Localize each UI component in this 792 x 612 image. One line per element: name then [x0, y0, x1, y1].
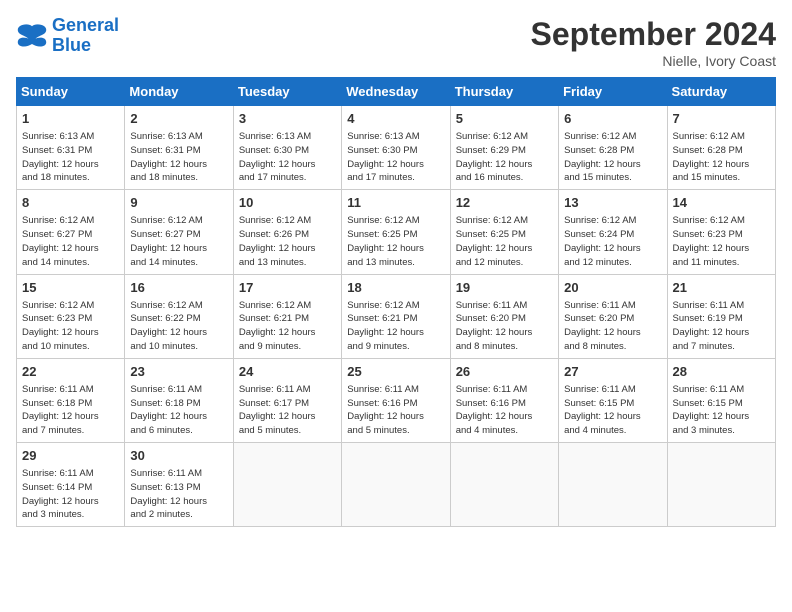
- calendar-cell-12: 12Sunrise: 6:12 AMSunset: 6:25 PMDayligh…: [450, 190, 558, 274]
- calendar-cell-26: 26Sunrise: 6:11 AMSunset: 6:16 PMDayligh…: [450, 358, 558, 442]
- calendar-cell-14: 14Sunrise: 6:12 AMSunset: 6:23 PMDayligh…: [667, 190, 775, 274]
- logo-bird-icon: [16, 22, 48, 50]
- weekday-header-friday: Friday: [559, 78, 667, 106]
- calendar-cell-21: 21Sunrise: 6:11 AMSunset: 6:19 PMDayligh…: [667, 274, 775, 358]
- calendar-cell-4: 4Sunrise: 6:13 AMSunset: 6:30 PMDaylight…: [342, 106, 450, 190]
- calendar-cell-9: 9Sunrise: 6:12 AMSunset: 6:27 PMDaylight…: [125, 190, 233, 274]
- calendar-cell-20: 20Sunrise: 6:11 AMSunset: 6:20 PMDayligh…: [559, 274, 667, 358]
- calendar-cell-13: 13Sunrise: 6:12 AMSunset: 6:24 PMDayligh…: [559, 190, 667, 274]
- weekday-header-tuesday: Tuesday: [233, 78, 341, 106]
- calendar-cell-18: 18Sunrise: 6:12 AMSunset: 6:21 PMDayligh…: [342, 274, 450, 358]
- logo-text: General Blue: [52, 16, 119, 56]
- weekday-header-sunday: Sunday: [17, 78, 125, 106]
- calendar-cell-24: 24Sunrise: 6:11 AMSunset: 6:17 PMDayligh…: [233, 358, 341, 442]
- calendar-cell-8: 8Sunrise: 6:12 AMSunset: 6:27 PMDaylight…: [17, 190, 125, 274]
- calendar-week-4: 29Sunrise: 6:11 AMSunset: 6:14 PMDayligh…: [17, 443, 776, 527]
- calendar-cell-empty: [342, 443, 450, 527]
- calendar-cell-10: 10Sunrise: 6:12 AMSunset: 6:26 PMDayligh…: [233, 190, 341, 274]
- calendar-cell-15: 15Sunrise: 6:12 AMSunset: 6:23 PMDayligh…: [17, 274, 125, 358]
- calendar-week-2: 15Sunrise: 6:12 AMSunset: 6:23 PMDayligh…: [17, 274, 776, 358]
- month-title: September 2024: [531, 16, 776, 53]
- weekday-header-wednesday: Wednesday: [342, 78, 450, 106]
- header: General Blue September 2024 Nielle, Ivor…: [16, 16, 776, 69]
- calendar-week-3: 22Sunrise: 6:11 AMSunset: 6:18 PMDayligh…: [17, 358, 776, 442]
- calendar-cell-1: 1Sunrise: 6:13 AMSunset: 6:31 PMDaylight…: [17, 106, 125, 190]
- calendar-week-1: 8Sunrise: 6:12 AMSunset: 6:27 PMDaylight…: [17, 190, 776, 274]
- calendar-cell-16: 16Sunrise: 6:12 AMSunset: 6:22 PMDayligh…: [125, 274, 233, 358]
- calendar-cell-empty: [559, 443, 667, 527]
- location: Nielle, Ivory Coast: [531, 53, 776, 69]
- calendar-cell-5: 5Sunrise: 6:12 AMSunset: 6:29 PMDaylight…: [450, 106, 558, 190]
- calendar-table: SundayMondayTuesdayWednesdayThursdayFrid…: [16, 77, 776, 527]
- calendar-cell-11: 11Sunrise: 6:12 AMSunset: 6:25 PMDayligh…: [342, 190, 450, 274]
- calendar-cell-19: 19Sunrise: 6:11 AMSunset: 6:20 PMDayligh…: [450, 274, 558, 358]
- calendar-cell-17: 17Sunrise: 6:12 AMSunset: 6:21 PMDayligh…: [233, 274, 341, 358]
- calendar-cell-3: 3Sunrise: 6:13 AMSunset: 6:30 PMDaylight…: [233, 106, 341, 190]
- calendar-cell-empty: [450, 443, 558, 527]
- calendar-cell-22: 22Sunrise: 6:11 AMSunset: 6:18 PMDayligh…: [17, 358, 125, 442]
- calendar-cell-2: 2Sunrise: 6:13 AMSunset: 6:31 PMDaylight…: [125, 106, 233, 190]
- weekday-header-row: SundayMondayTuesdayWednesdayThursdayFrid…: [17, 78, 776, 106]
- weekday-header-monday: Monday: [125, 78, 233, 106]
- calendar-cell-30: 30Sunrise: 6:11 AMSunset: 6:13 PMDayligh…: [125, 443, 233, 527]
- calendar-cell-29: 29Sunrise: 6:11 AMSunset: 6:14 PMDayligh…: [17, 443, 125, 527]
- calendar-cell-7: 7Sunrise: 6:12 AMSunset: 6:28 PMDaylight…: [667, 106, 775, 190]
- weekday-header-thursday: Thursday: [450, 78, 558, 106]
- calendar-cell-empty: [233, 443, 341, 527]
- weekday-header-saturday: Saturday: [667, 78, 775, 106]
- calendar-cell-25: 25Sunrise: 6:11 AMSunset: 6:16 PMDayligh…: [342, 358, 450, 442]
- calendar-cell-23: 23Sunrise: 6:11 AMSunset: 6:18 PMDayligh…: [125, 358, 233, 442]
- calendar-cell-empty: [667, 443, 775, 527]
- calendar-cell-27: 27Sunrise: 6:11 AMSunset: 6:15 PMDayligh…: [559, 358, 667, 442]
- logo: General Blue: [16, 16, 119, 56]
- calendar-cell-28: 28Sunrise: 6:11 AMSunset: 6:15 PMDayligh…: [667, 358, 775, 442]
- calendar-week-0: 1Sunrise: 6:13 AMSunset: 6:31 PMDaylight…: [17, 106, 776, 190]
- title-area: September 2024 Nielle, Ivory Coast: [531, 16, 776, 69]
- calendar-cell-6: 6Sunrise: 6:12 AMSunset: 6:28 PMDaylight…: [559, 106, 667, 190]
